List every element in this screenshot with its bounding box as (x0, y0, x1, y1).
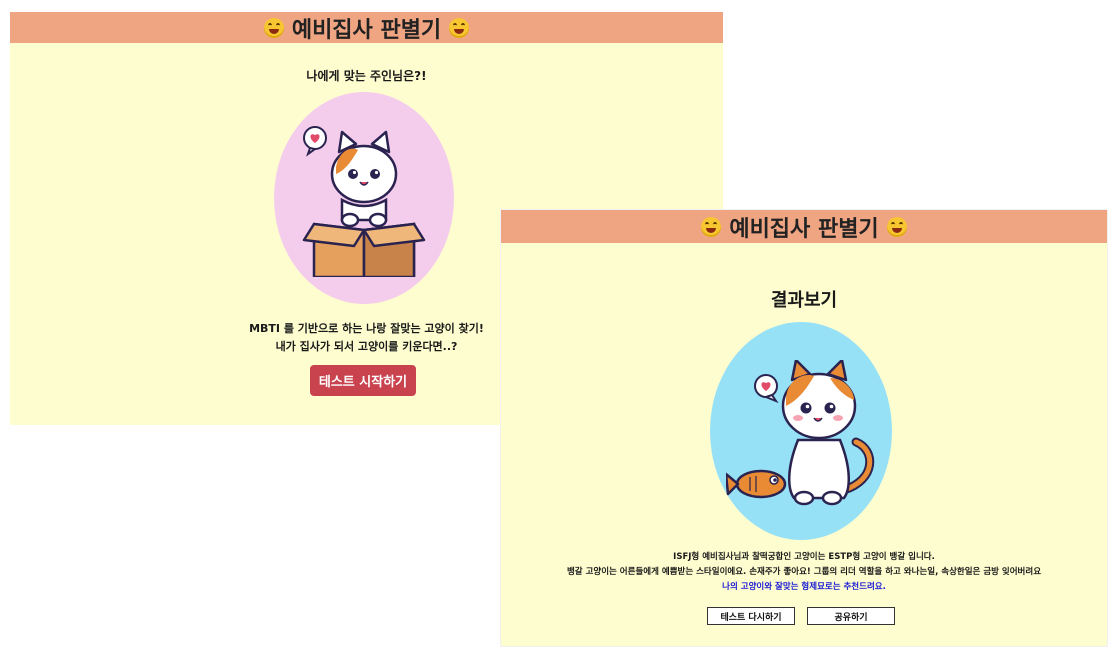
result-line-2: 뱅갈 고양이는 어른들에게 예쁨받는 스타일이에요. 손재주가 좋아요! 그룹의… (566, 567, 1042, 577)
cat-with-fish-illustration (726, 360, 875, 506)
grinning-face-icon (701, 216, 722, 237)
result-title: 결과보기 (770, 290, 838, 311)
result-description: ISFJ형 예비집사님과 찰떡궁합인 고양이는 ESTP형 고양이 뱅갈 입니다… (501, 550, 1107, 595)
header-title: 예비집사 판별기 (729, 216, 879, 242)
subtitle: 나에게 맞는 주인님은?! (306, 69, 427, 83)
retry-test-button[interactable]: 테스트 다시하기 (707, 607, 795, 625)
grinning-face-icon (263, 17, 284, 38)
share-button[interactable]: 공유하기 (807, 607, 895, 625)
header: 예비집사 판별기 (10, 12, 723, 43)
cat-in-box-illustration (302, 126, 426, 277)
result-line-1: ISFJ형 예비집사님과 찰떡궁합인 고양이는 ESTP형 고양이 뱅갈 입니다… (673, 552, 935, 562)
grinning-face-icon (886, 216, 907, 237)
heart-speech-bubble-icon (754, 374, 779, 404)
result-line-3: 나의 고양이와 잘맞는 형제묘로는 추천드려요. (722, 582, 886, 592)
heart-speech-bubble-icon (303, 126, 327, 157)
header-title: 예비집사 판별기 (291, 17, 442, 43)
start-test-button[interactable]: 테스트 시작하기 (310, 365, 416, 396)
fish-icon (726, 469, 787, 499)
result-screen: 예비집사 판별기 결과보기 ISFJ형 예비집사님과 찰떡궁합인 고양이는 ES… (501, 210, 1107, 646)
header: 예비집사 판별기 (501, 210, 1107, 243)
grinning-face-icon (449, 17, 470, 38)
